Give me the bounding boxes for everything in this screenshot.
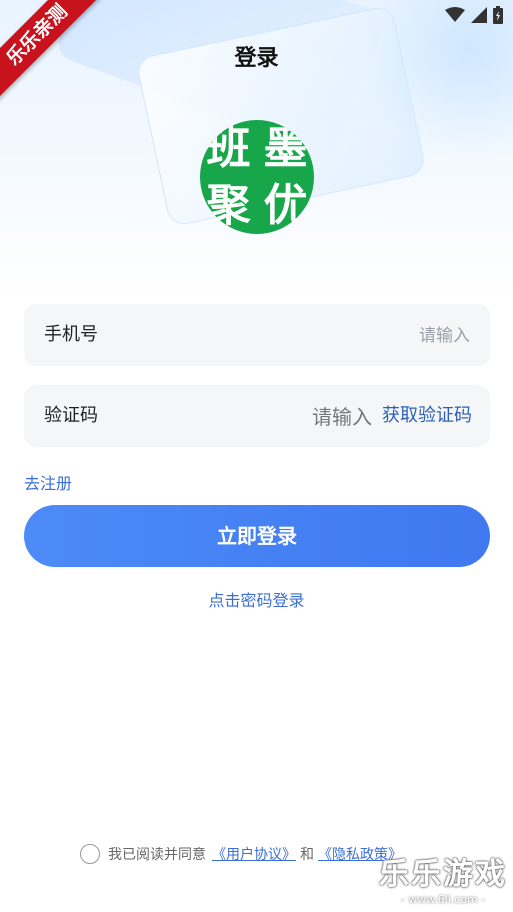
battery-icon — [493, 6, 503, 24]
code-field: 验证码 获取验证码 — [24, 385, 490, 447]
watermark-title: 乐乐游戏 — [379, 857, 507, 892]
watermark-url: - www.6ll.com - — [400, 893, 486, 906]
watermark: 乐乐游戏 - www.6ll.com - — [379, 849, 507, 906]
password-login-link[interactable]: 点击密码登录 — [0, 587, 513, 611]
cell-signal-icon — [471, 7, 487, 23]
code-input[interactable] — [250, 398, 374, 436]
wifi-icon — [445, 7, 465, 22]
status-bar — [445, 6, 503, 24]
agreement-row: 我已阅读并同意 《用户协议》 和 《隐私政策》 — [80, 844, 402, 864]
agreement-and: 和 — [300, 847, 314, 863]
register-link[interactable]: 去注册 — [24, 470, 72, 494]
login-button[interactable]: 立即登录 — [24, 505, 490, 567]
user-agreement-link[interactable]: 《用户协议》 — [212, 844, 296, 864]
agreement-checkbox[interactable] — [80, 844, 100, 864]
phone-input[interactable] — [268, 318, 472, 354]
app-logo: 班 墨 聚 优 — [200, 120, 314, 234]
page-title: 登录 — [234, 46, 279, 71]
phone-label: 手机号 — [44, 324, 98, 345]
agreement-prefix: 我已阅读并同意 — [108, 847, 206, 863]
phone-field: 手机号 — [24, 304, 490, 366]
code-label: 验证码 — [44, 405, 98, 426]
get-code-button[interactable]: 获取验证码 — [382, 385, 472, 447]
decor-glow — [360, 0, 513, 160]
